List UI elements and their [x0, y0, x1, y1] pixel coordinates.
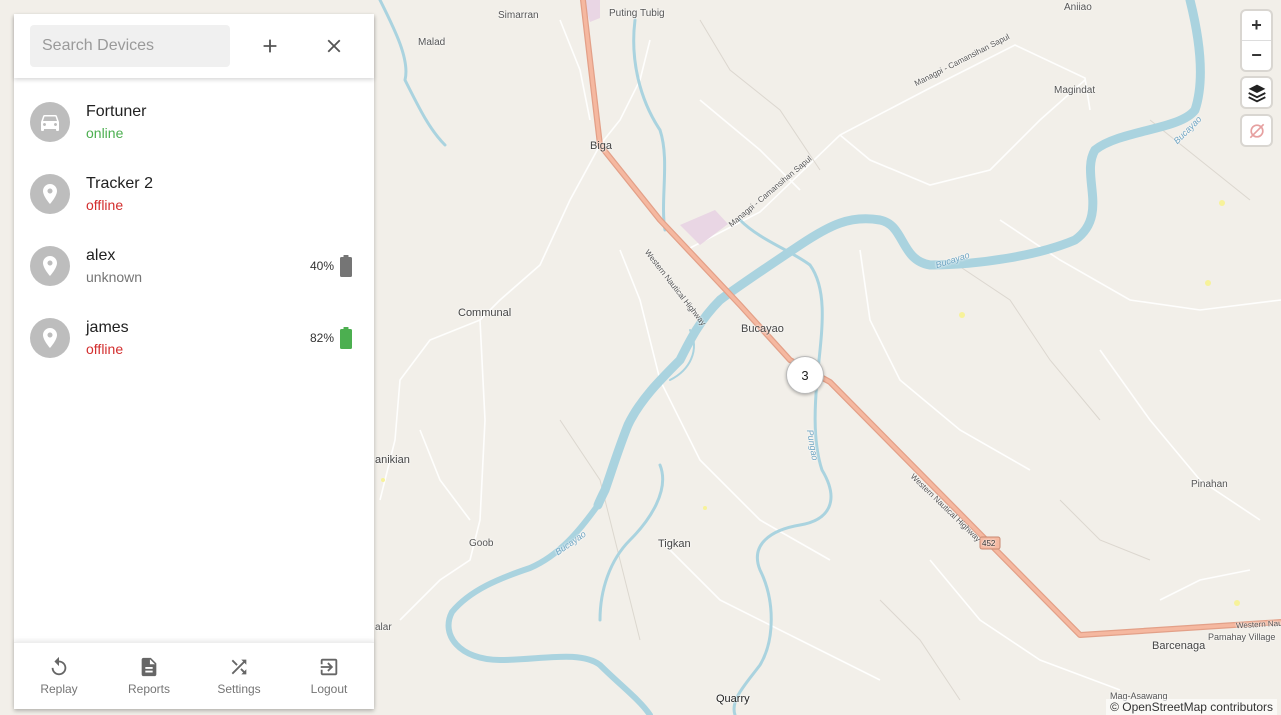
map-label: Communal: [458, 307, 512, 319]
map-label: Goob: [469, 538, 494, 549]
map-label: anikian: [375, 454, 410, 466]
car-icon: [41, 115, 59, 131]
nav-reports[interactable]: Reports: [109, 656, 189, 696]
add-device-button[interactable]: [250, 26, 290, 66]
device-status: online: [86, 125, 124, 141]
bottom-navigation: Replay Reports Settings Logout: [14, 642, 374, 709]
nav-label: Logout: [310, 682, 348, 696]
highway-number: 452: [982, 539, 996, 548]
device-item-fortuner[interactable]: Fortuner online: [14, 86, 374, 158]
device-status: offline: [86, 341, 124, 357]
map-label: Malad: [418, 37, 446, 48]
avatar: [30, 318, 70, 358]
nav-settings[interactable]: Settings: [199, 656, 279, 696]
map-label: Biga: [590, 140, 613, 152]
zoom-in-button[interactable]: +: [1242, 11, 1271, 40]
location-disabled-icon: [1249, 123, 1264, 138]
device-name: james: [86, 319, 129, 336]
location-pin-icon: [43, 328, 57, 348]
nav-label: Reports: [127, 682, 171, 696]
nav-logout[interactable]: Logout: [289, 656, 369, 696]
device-status: offline: [86, 197, 124, 213]
zoom-control: + −: [1242, 11, 1271, 70]
logout-icon: [320, 658, 338, 676]
battery-indicator: 40%: [310, 255, 352, 277]
location-pin-icon: [43, 256, 57, 276]
avatar: [30, 174, 70, 214]
replay-icon: [51, 656, 67, 676]
device-item-alex[interactable]: alex unknown 40%: [14, 230, 374, 302]
device-cluster-marker[interactable]: 3: [786, 356, 824, 394]
map-label: Quarry: [716, 693, 750, 705]
layers-icon: [1247, 84, 1266, 102]
map-label: Aniiao: [1064, 2, 1092, 13]
zoom-out-button[interactable]: −: [1242, 40, 1271, 70]
avatar: [30, 102, 70, 142]
map-label: Tigkan: [658, 538, 691, 550]
map-label: Puting Tubig: [609, 8, 665, 19]
layers-button[interactable]: [1242, 78, 1271, 107]
device-status: unknown: [86, 269, 143, 285]
map-label: Barcenaga: [1152, 640, 1206, 652]
document-icon: [141, 657, 157, 677]
map-label: Bucayao: [741, 323, 784, 335]
device-item-james[interactable]: james offline 82%: [14, 302, 374, 374]
battery-percent: 40%: [309, 259, 334, 273]
search-input[interactable]: [30, 25, 230, 67]
device-name: Tracker 2: [86, 175, 153, 192]
close-icon: [327, 39, 341, 53]
device-name: alex: [86, 247, 116, 264]
layers-control: [1242, 78, 1271, 107]
shuffle-icon: [231, 659, 247, 675]
map-label: Magindat: [1054, 85, 1096, 96]
device-name: Fortuner: [86, 103, 147, 120]
geolocate-button[interactable]: [1242, 116, 1271, 145]
battery-indicator: 82%: [310, 327, 352, 349]
nav-label: Replay: [40, 682, 78, 696]
panel-toolbar: [14, 14, 374, 78]
map-label: Simarran: [498, 10, 539, 21]
nav-label: Settings: [217, 682, 261, 696]
avatar: [30, 246, 70, 286]
close-panel-button[interactable]: [314, 26, 354, 66]
battery-icon: [340, 327, 352, 349]
plus-icon: [263, 39, 277, 53]
devices-panel: Fortuner online Tracker 2 offline: [14, 14, 374, 709]
map-label: Pinahan: [1191, 479, 1228, 490]
geolocate-control: [1242, 116, 1271, 145]
battery-percent: 82%: [309, 331, 334, 345]
device-item-tracker-2[interactable]: Tracker 2 offline: [14, 158, 374, 230]
nav-replay[interactable]: Replay: [19, 656, 99, 696]
map-label: Pamahay Village: [1208, 632, 1276, 642]
battery-icon: [340, 255, 352, 277]
map-label: alar: [375, 622, 392, 633]
map-attribution[interactable]: © OpenStreetMap contributors: [1106, 699, 1277, 715]
location-pin-icon: [43, 184, 57, 204]
device-list: Fortuner online Tracker 2 offline alex u…: [14, 78, 374, 642]
